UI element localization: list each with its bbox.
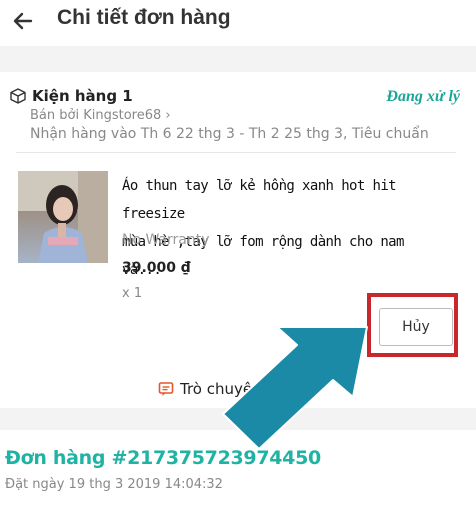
section-gap: [0, 408, 476, 430]
product-thumbnail[interactable]: [18, 171, 108, 263]
product-name-line-1: Áo thun tay lỡ kẻ hồng xanh hot hit free…: [122, 178, 397, 222]
section-gap: [0, 46, 476, 72]
cancel-button[interactable]: Hủy: [379, 308, 453, 346]
delivery-estimate: Nhận hàng vào Th 6 22 thg 3 - Th 2 25 th…: [30, 126, 429, 142]
chat-button[interactable]: Trò chuyện: [158, 380, 262, 398]
warranty-label: No Warranty: [122, 232, 210, 248]
product-quantity: x 1: [122, 286, 143, 301]
page-title: Chi tiết đơn hàng: [57, 6, 231, 29]
order-number: Đơn hàng #217375723974450: [5, 447, 321, 469]
product-price: 39.000 ₫: [122, 260, 191, 276]
app-header: Chi tiết đơn hàng: [0, 0, 476, 46]
chat-label: Trò chuyện: [180, 380, 262, 398]
product-photo: [18, 171, 108, 263]
package-label: Kiện hàng 1: [32, 87, 133, 105]
back-button[interactable]: [8, 6, 38, 36]
chat-icon: [158, 382, 174, 396]
arrow-left-icon: [13, 12, 33, 30]
seller-name: Bán bởi Kingstore68: [30, 108, 162, 123]
order-status: Đang xử lý: [386, 88, 460, 105]
package-header: Kiện hàng 1: [10, 87, 133, 105]
seller-link[interactable]: Bán bởi Kingstore68 ›: [30, 108, 171, 123]
chevron-right-icon: ›: [165, 108, 171, 123]
divider: [16, 152, 456, 153]
order-date: Đặt ngày 19 thg 3 2019 14:04:32: [5, 477, 223, 492]
package-box-icon: [10, 88, 26, 104]
